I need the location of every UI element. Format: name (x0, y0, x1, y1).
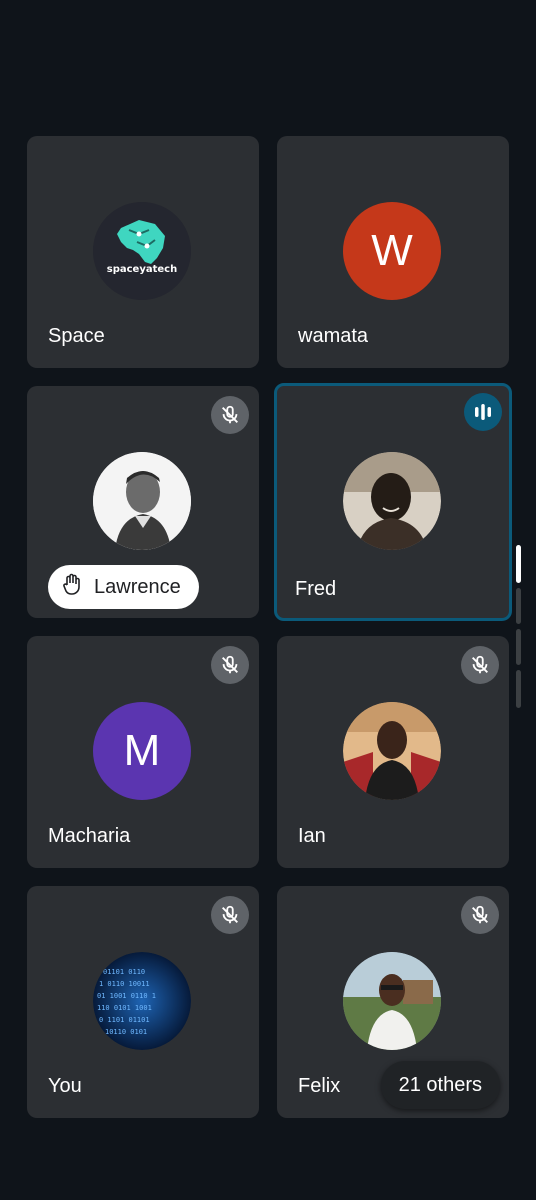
avatar (343, 952, 441, 1050)
svg-text:01101 0110: 01101 0110 (103, 968, 145, 976)
audio-level-icon (464, 393, 502, 431)
avatar: M (93, 702, 191, 800)
participant-name: wamata (298, 325, 369, 347)
participant-name: Lawrence (94, 575, 181, 598)
participant-name: You (48, 1075, 82, 1097)
mic-off-icon (211, 896, 249, 934)
raised-hand-pill: Lawrence (48, 565, 199, 609)
svg-text:10110 0101: 10110 0101 (105, 1028, 147, 1036)
spaceyatech-logo: spaceyatech (93, 202, 191, 300)
participant-tile-you[interactable]: 01101 0110 1 0110 10011 01 1001 0110 1 1… (27, 886, 259, 1118)
mic-off-icon (211, 396, 249, 434)
mic-off-icon (461, 646, 499, 684)
others-count-button[interactable]: 21 others (380, 1061, 500, 1109)
svg-text:1 0110 10011: 1 0110 10011 (99, 980, 150, 988)
participant-tile-felix[interactable]: Felix 21 others (277, 886, 509, 1118)
participant-tile-lawrence[interactable]: Lawrence (27, 386, 259, 618)
avatar (343, 702, 441, 800)
participant-name: Macharia (48, 825, 131, 847)
participant-name: Fred (295, 578, 337, 600)
participant-tile-wamata[interactable]: W wamata (277, 136, 509, 368)
avatar: W (343, 202, 441, 300)
participant-name: Space (48, 325, 105, 347)
participant-tile-fred[interactable]: Fred (274, 383, 512, 621)
page-indicator[interactable] (516, 588, 521, 624)
participant-name: Felix (298, 1075, 341, 1097)
participant-tile-macharia[interactable]: M Macharia (27, 636, 259, 868)
mic-off-icon (461, 896, 499, 934)
meeting-grid: spaceyatech Space W wamata Lawrence Fred… (0, 0, 536, 1200)
participant-tile-ian[interactable]: Ian (277, 636, 509, 868)
avatar (343, 452, 441, 550)
page-indicator[interactable] (516, 629, 521, 665)
participant-tile-space[interactable]: spaceyatech Space (27, 136, 259, 368)
mic-off-icon (211, 646, 249, 684)
page-indicator[interactable] (516, 670, 521, 708)
participant-name: Ian (298, 825, 326, 847)
page-indicator-current[interactable] (516, 545, 521, 583)
avatar (93, 452, 191, 550)
raised-hand-icon (62, 573, 82, 601)
avatar: spaceyatech (93, 202, 191, 300)
svg-text:0 1101 01101: 0 1101 01101 (99, 1016, 150, 1024)
avatar: 01101 0110 1 0110 10011 01 1001 0110 1 1… (93, 952, 191, 1050)
svg-text:01 1001 0110 1: 01 1001 0110 1 (97, 992, 156, 1000)
svg-text:110 0101 1001: 110 0101 1001 (97, 1004, 152, 1012)
svg-text:spaceyatech: spaceyatech (107, 264, 177, 275)
